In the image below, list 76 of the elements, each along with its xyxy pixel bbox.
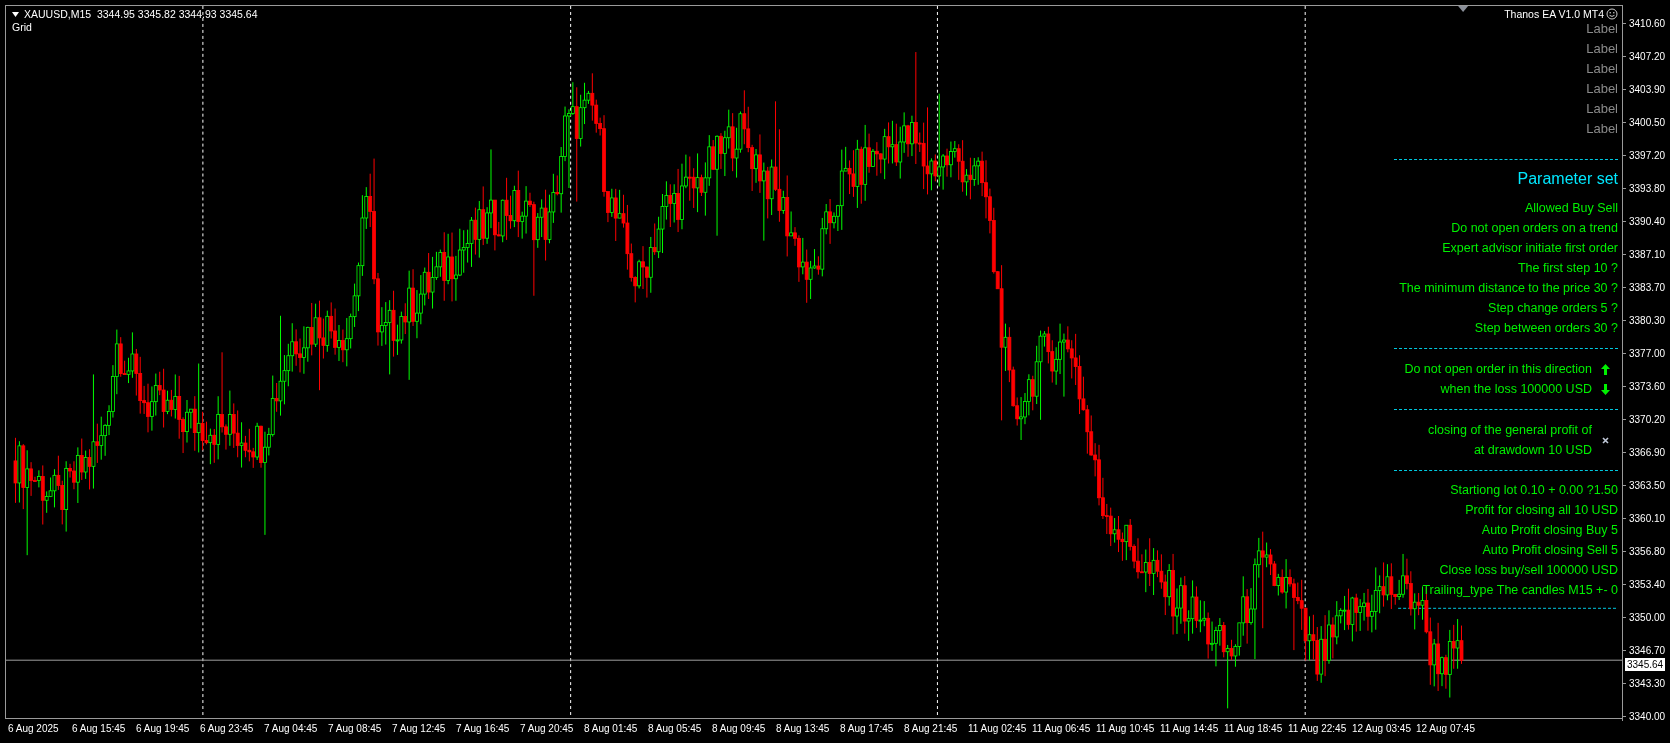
- price-label: 3356.80: [1623, 535, 1670, 568]
- price-label: 3383.70: [1623, 271, 1670, 304]
- time-label: 8 Aug 01:45: [584, 722, 639, 736]
- time-label: 12 Aug 07:45: [1416, 722, 1476, 736]
- time-label: 11 Aug 18:45: [1224, 722, 1284, 736]
- cross-icon[interactable]: [1601, 436, 1609, 444]
- price-tag: 3345.64: [1624, 657, 1667, 673]
- time-label: 8 Aug 17:45: [840, 722, 895, 736]
- price-label: 3366.90: [1623, 436, 1670, 469]
- label-text: Label: [1586, 120, 1618, 138]
- setting-text: Do not open orders on a trend: [1451, 220, 1618, 237]
- time-label: 8 Aug 21:45: [904, 722, 959, 736]
- time-label: 6 Aug 23:45: [200, 722, 255, 736]
- setting-text: Close loss buy/sell 100000 USD: [1439, 562, 1618, 579]
- price-label: 3410.60: [1623, 7, 1670, 40]
- time-label: 6 Aug 15:45: [72, 722, 127, 736]
- caret-icon[interactable]: [12, 11, 19, 17]
- symbol-quote: XAUUSD,M15 3344.95 3345.82 3344.93 3345.64: [24, 8, 258, 20]
- time-label: 11 Aug 22:45: [1288, 722, 1348, 736]
- price-label: 3400.50: [1623, 106, 1670, 139]
- price-label: 3370.20: [1623, 403, 1670, 436]
- price-label: 3353.40: [1623, 568, 1670, 601]
- price-label: 3397.20: [1623, 139, 1670, 172]
- setting-text: The first step 10 ?: [1517, 260, 1618, 277]
- setting-text: Profit for closing all 10 USD: [1465, 502, 1618, 519]
- setting-text: Expert advisor initiate first order: [1442, 240, 1618, 257]
- setting-text: Auto Profit closing Sell 5: [1482, 542, 1618, 559]
- time-label: 8 Aug 09:45: [712, 722, 767, 736]
- time-label: 7 Aug 08:45: [328, 722, 383, 736]
- time-label: 7 Aug 04:45: [264, 722, 319, 736]
- setting-text: Step change orders 5 ?: [1488, 300, 1618, 317]
- label-text: Label: [1586, 100, 1618, 118]
- setting-text: Startiong lot 0.10 + 0.00 ?1.50: [1450, 482, 1618, 499]
- price-label: 3373.60: [1623, 370, 1670, 403]
- label-text: Label: [1586, 60, 1618, 78]
- setting-text: Do not open order in this direction: [1404, 361, 1592, 378]
- setting-text: Auto Profit closing Buy 5: [1481, 522, 1618, 539]
- triangle-icon: [1458, 6, 1469, 12]
- arrow-up-icon[interactable]: [1600, 363, 1610, 375]
- label-text: Label: [1586, 40, 1618, 58]
- time-label: 12 Aug 03:45: [1352, 722, 1412, 736]
- time-label: 7 Aug 16:45: [456, 722, 511, 736]
- setting-text: closing of the general profit of: [1428, 422, 1592, 439]
- price-label: 3363.50: [1623, 469, 1670, 502]
- price-label: 3403.90: [1623, 73, 1670, 106]
- price-label: 3380.30: [1623, 304, 1670, 337]
- time-label: 11 Aug 06:45: [1032, 722, 1092, 736]
- price-label: 3390.40: [1623, 205, 1670, 238]
- price-label: 3377.00: [1623, 337, 1670, 370]
- label-text: Label: [1586, 80, 1618, 98]
- time-label: 6 Aug 19:45: [136, 722, 191, 736]
- indicator-name: Grid: [12, 21, 33, 33]
- time-label: 7 Aug 12:45: [392, 722, 447, 736]
- time-label: 11 Aug 10:45: [1096, 722, 1156, 736]
- price-label: 3360.10: [1623, 502, 1670, 535]
- time-label: 7 Aug 20:45: [520, 722, 575, 736]
- ea-title: Thanos EA V1.0 MT4: [1504, 8, 1604, 20]
- setting-text: at drawdown 10 USD: [1473, 442, 1592, 459]
- time-label: 11 Aug 02:45: [968, 722, 1028, 736]
- price-label: 3393.80: [1623, 172, 1670, 205]
- price-label: 3387.10: [1623, 238, 1670, 271]
- setting-text: when the loss 100000 USD: [1440, 381, 1592, 398]
- setting-text: Step between orders 30 ?: [1474, 320, 1618, 337]
- panel-title: Parameter set: [1517, 169, 1618, 189]
- arrow-down-icon[interactable]: [1600, 383, 1610, 395]
- time-label: 11 Aug 14:45: [1160, 722, 1220, 736]
- time-label: 8 Aug 05:45: [648, 722, 703, 736]
- price-label: 3350.00: [1623, 601, 1670, 634]
- setting-text: Allowed Buy Sell: [1524, 200, 1618, 217]
- price-label: 3407.20: [1623, 40, 1670, 73]
- label-text: Label: [1586, 20, 1618, 38]
- smiley-icon: [1606, 8, 1618, 20]
- setting-text: The minimum distance to the price 30 ?: [1399, 280, 1618, 297]
- time-label: 6 Aug 2025: [8, 722, 60, 736]
- time-label: 8 Aug 13:45: [776, 722, 831, 736]
- price-label: 3340.00: [1623, 700, 1670, 733]
